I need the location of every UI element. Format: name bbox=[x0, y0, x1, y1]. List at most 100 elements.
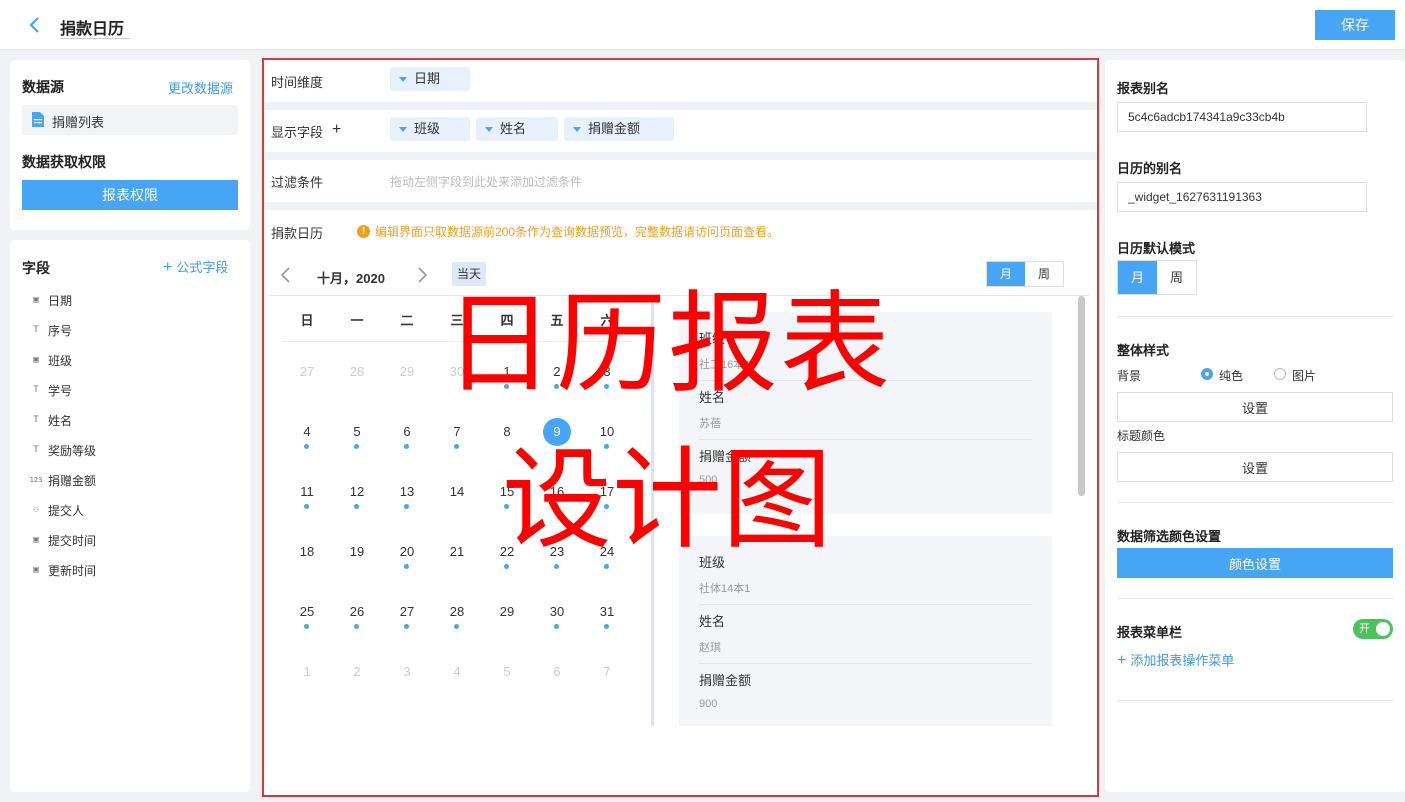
event-dot bbox=[454, 624, 459, 629]
view-week-button[interactable]: 周 bbox=[1025, 262, 1063, 286]
calendar-day[interactable]: 23 bbox=[532, 522, 582, 582]
calendar-day[interactable]: 28 bbox=[432, 582, 482, 642]
field-item[interactable]: 123 捐赠金额 bbox=[30, 465, 230, 495]
calendar-day[interactable]: 15 bbox=[482, 462, 532, 522]
calendar-day[interactable]: 25 bbox=[282, 582, 332, 642]
change-datasource-link[interactable]: 更改数据源 bbox=[168, 78, 233, 97]
calendar-day[interactable]: 7 bbox=[432, 402, 482, 462]
calendar-day[interactable]: 31 bbox=[582, 582, 632, 642]
display-fields-label: 显示字段 bbox=[271, 125, 324, 140]
filter-color-label: 数据筛选颜色设置 bbox=[1117, 529, 1222, 544]
calendar-day[interactable]: 8 bbox=[482, 402, 532, 462]
mode-month-button[interactable]: 月 bbox=[1118, 261, 1157, 294]
calendar-day[interactable]: 1 bbox=[482, 342, 532, 402]
field-item[interactable]: ⚇ 提交人 bbox=[30, 495, 230, 525]
field-item[interactable]: ▣ 班级 bbox=[30, 345, 230, 375]
calendar-day[interactable]: 14 bbox=[432, 462, 482, 522]
calendar-day[interactable]: 16 bbox=[532, 462, 582, 522]
add-menu-link[interactable]: + 添加报表操作菜单 bbox=[1117, 650, 1234, 670]
row-separator bbox=[264, 152, 1097, 160]
save-button[interactable]: 保存 bbox=[1315, 10, 1395, 40]
calendar-day[interactable]: 30 bbox=[432, 342, 482, 402]
calendar-day[interactable]: 11 bbox=[282, 462, 332, 522]
datasource-panel: 数据源 更改数据源 捐赠列表 数据获取权限 报表权限 bbox=[10, 60, 250, 230]
datasource-item[interactable]: 捐赠列表 bbox=[22, 105, 238, 135]
calendar-day[interactable]: 21 bbox=[432, 522, 482, 582]
day-number: 7 bbox=[603, 664, 611, 679]
calendar-day[interactable]: 13 bbox=[382, 462, 432, 522]
calendar-day[interactable]: 3 bbox=[582, 342, 632, 402]
calendar-day[interactable]: 2 bbox=[332, 642, 382, 702]
bg-image-radio[interactable] bbox=[1274, 368, 1286, 380]
prev-month-icon[interactable] bbox=[278, 266, 292, 284]
event-dot bbox=[304, 504, 309, 509]
day-number: 18 bbox=[299, 544, 315, 559]
add-field-icon[interactable]: + bbox=[332, 122, 341, 138]
display-chip-amount[interactable]: 捐赠金额 bbox=[564, 117, 674, 141]
top-bar: 捐款日历 保存 bbox=[0, 0, 1405, 50]
next-month-icon[interactable] bbox=[416, 266, 430, 284]
chevron-left-icon[interactable] bbox=[24, 14, 46, 36]
bg-solid-radio[interactable] bbox=[1201, 368, 1213, 380]
calendar-day[interactable]: 26 bbox=[332, 582, 382, 642]
calendar-day[interactable]: 29 bbox=[382, 342, 432, 402]
today-button[interactable]: 当天 bbox=[452, 262, 486, 286]
report-menu-switch[interactable]: 开 bbox=[1353, 619, 1393, 639]
field-item[interactable]: T 学号 bbox=[30, 375, 230, 405]
calendar-alias-input[interactable] bbox=[1117, 182, 1367, 212]
calendar-day[interactable]: 12 bbox=[332, 462, 382, 522]
field-item[interactable]: ▣ 更新时间 bbox=[30, 555, 230, 585]
calendar-day[interactable]: 6 bbox=[382, 402, 432, 462]
calendar-day[interactable]: 17 bbox=[582, 462, 632, 522]
detail-scrollbar[interactable] bbox=[1078, 296, 1085, 496]
calendar-day[interactable]: 18 bbox=[282, 522, 332, 582]
time-dimension-chip[interactable]: 日期 bbox=[390, 67, 470, 91]
display-chip-class[interactable]: 班级 bbox=[390, 117, 470, 141]
filter-drop-zone[interactable]: 拖动左侧字段到此处来添加过滤条件 bbox=[390, 173, 582, 190]
background-set-button[interactable]: 设置 bbox=[1117, 392, 1393, 422]
calendar-day[interactable]: 20 bbox=[382, 522, 432, 582]
report-permission-button[interactable]: 报表权限 bbox=[22, 180, 238, 210]
calendar-day[interactable]: 10 bbox=[582, 402, 632, 462]
field-item[interactable]: T 姓名 bbox=[30, 405, 230, 435]
field-item[interactable]: T 奖励等级 bbox=[30, 435, 230, 465]
field-item[interactable]: ▣ 提交时间 bbox=[30, 525, 230, 555]
calendar-day[interactable]: 3 bbox=[382, 642, 432, 702]
calendar-day[interactable]: 27 bbox=[382, 582, 432, 642]
calendar-day[interactable]: 5 bbox=[482, 642, 532, 702]
calendar-day[interactable]: 19 bbox=[332, 522, 382, 582]
month-title: 十月，2020 bbox=[317, 271, 385, 286]
calendar-day[interactable]: 4 bbox=[282, 402, 332, 462]
calendar-day[interactable]: 1 bbox=[282, 642, 332, 702]
display-chip-name[interactable]: 姓名 bbox=[476, 117, 558, 141]
calendar-day[interactable]: 29 bbox=[482, 582, 532, 642]
calendar-day[interactable]: 5 bbox=[332, 402, 382, 462]
calendar-day[interactable]: 30 bbox=[532, 582, 582, 642]
color-settings-button[interactable]: 颜色设置 bbox=[1117, 548, 1393, 578]
calendar-day[interactable]: 7 bbox=[582, 642, 632, 702]
calendar-day[interactable]: 27 bbox=[282, 342, 332, 402]
calendar-day[interactable]: 2 bbox=[532, 342, 582, 402]
field-label: 更新时间 bbox=[48, 563, 97, 578]
calendar-day-selected[interactable]: 9 bbox=[532, 402, 582, 462]
calendar-day[interactable]: 4 bbox=[432, 642, 482, 702]
number-icon: 123 bbox=[29, 476, 43, 484]
calendar-day[interactable]: 28 bbox=[332, 342, 382, 402]
view-month-button[interactable]: 月 bbox=[987, 262, 1025, 286]
time-dimension-row: 时间维度 日期 bbox=[264, 60, 1097, 102]
field-item[interactable]: ▣ 日期 bbox=[30, 285, 230, 315]
calendar-week: 1 2 3 4 5 6 7 bbox=[282, 642, 632, 702]
day-number: 30 bbox=[549, 604, 565, 619]
calendar-splitter[interactable] bbox=[651, 296, 654, 726]
calendar-day[interactable]: 22 bbox=[482, 522, 532, 582]
mode-week-button[interactable]: 周 bbox=[1157, 261, 1196, 294]
datasource-name: 捐赠列表 bbox=[52, 115, 105, 130]
calendar-week: 27 28 29 30 1 2 3 bbox=[282, 342, 632, 402]
report-alias-input[interactable] bbox=[1117, 102, 1367, 132]
calendar-day[interactable]: 24 bbox=[582, 522, 632, 582]
add-formula-field-link[interactable]: + 公式字段 bbox=[163, 257, 228, 277]
field-item[interactable]: T 序号 bbox=[30, 315, 230, 345]
title-color-set-button[interactable]: 设置 bbox=[1117, 452, 1393, 482]
bg-image-label: 图片 bbox=[1292, 369, 1317, 383]
calendar-day[interactable]: 6 bbox=[532, 642, 582, 702]
